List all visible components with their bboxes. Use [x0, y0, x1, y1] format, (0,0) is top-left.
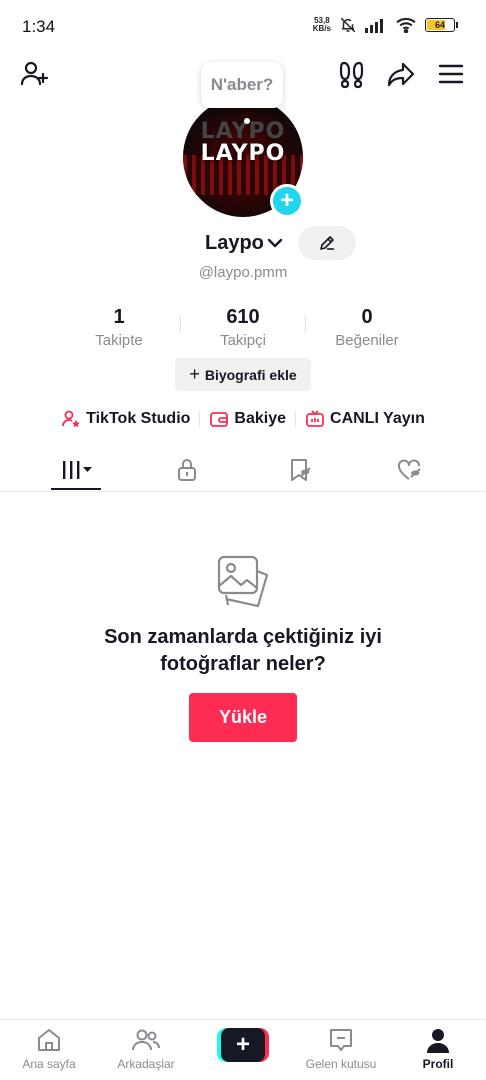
share-arrow-icon	[387, 62, 415, 87]
wallet-icon	[210, 412, 229, 427]
footprints-button[interactable]	[336, 58, 368, 90]
signal-icon	[365, 19, 383, 33]
nav-label: Arkadaşlar	[117, 1057, 175, 1071]
name-row: Laypo	[0, 226, 486, 260]
nav-label: Gelen kutusu	[305, 1057, 377, 1071]
add-bio-label: Biyografi ekle	[204, 366, 297, 383]
empty-state-line-2: fotoğraflar neler?	[160, 653, 326, 675]
nav-inbox[interactable]: Gelen kutusu	[296, 1026, 386, 1071]
stat-label: Beğeniler	[335, 332, 399, 349]
home-icon	[38, 1029, 60, 1051]
content-tabs	[0, 448, 486, 492]
note-bubble[interactable]: N'aber?	[201, 62, 283, 108]
profile-handle: @laypo.pmm	[198, 264, 288, 281]
stat-divider	[180, 316, 181, 332]
network-speed-unit: KB/s	[312, 24, 331, 33]
nav-home[interactable]: Ana sayfa	[4, 1026, 94, 1071]
create-plus-icon: +	[221, 1028, 265, 1062]
stat-divider	[305, 316, 306, 332]
tiktok-studio-link[interactable]: TikTok Studio	[52, 409, 199, 429]
pencil-icon	[320, 236, 334, 250]
tab-saved[interactable]	[239, 448, 360, 492]
stat-value: 1	[113, 306, 125, 328]
nav-label: Profil	[422, 1057, 454, 1071]
wifi-icon	[396, 17, 416, 33]
live-link[interactable]: CANLI Yayın	[296, 409, 434, 429]
create-button[interactable]: +	[217, 1028, 269, 1062]
tab-private[interactable]	[126, 448, 247, 492]
empty-state-line-1: Son zamanlarda çektiğiniz iyi	[104, 626, 382, 648]
plus-icon: +	[189, 364, 200, 384]
nav-label: Ana sayfa	[22, 1057, 76, 1071]
stat-value: 610	[226, 306, 260, 328]
stat-likes[interactable]: 0 Beğeniler	[307, 306, 427, 349]
inbox-icon	[330, 1029, 352, 1051]
bookmark-icon	[290, 459, 311, 481]
empty-state-message: Son zamanlarda çektiğiniz iyi fotoğrafla…	[0, 624, 486, 678]
active-tab-indicator	[51, 488, 101, 490]
menu-button[interactable]	[435, 58, 467, 90]
status-icons: 53,8 KB/s 64	[313, 16, 458, 34]
plus-icon: +	[279, 187, 294, 214]
profile-icon	[427, 1029, 449, 1053]
add-photo-badge[interactable]: +	[270, 184, 304, 218]
studio-person-star-icon	[62, 410, 80, 428]
add-friend-button[interactable]	[18, 58, 50, 90]
bell-muted-icon	[340, 17, 356, 33]
share-profile-button[interactable]	[385, 58, 417, 90]
nav-friends[interactable]: Arkadaşlar	[101, 1026, 191, 1071]
nav-profile[interactable]: Profil	[393, 1026, 483, 1071]
edit-profile-button[interactable]	[298, 226, 356, 260]
stat-label: Takipte	[95, 332, 143, 349]
stat-following[interactable]: 1 Takipte	[59, 306, 179, 349]
profile-name[interactable]: Laypo	[205, 232, 264, 255]
balance-link[interactable]: Bakiye	[200, 409, 295, 429]
liked-heart-icon	[397, 459, 421, 480]
status-bar: 1:34 53,8 KB/s 64	[0, 0, 486, 52]
battery-icon: 64	[425, 18, 455, 32]
tab-liked[interactable]	[349, 448, 470, 492]
hamburger-menu-icon	[438, 64, 464, 84]
tab-videos[interactable]	[16, 448, 137, 492]
battery-tip	[456, 22, 458, 28]
footprints-icon	[339, 61, 364, 89]
stat-label: Takipçi	[220, 332, 266, 349]
note-bubble-tail	[244, 118, 250, 124]
status-time: 1:34	[22, 17, 56, 36]
link-label: Bakiye	[234, 410, 287, 427]
link-label: TikTok Studio	[86, 410, 191, 427]
add-person-icon	[20, 61, 49, 86]
avatar-container[interactable]: LAYPO LAYPO +	[183, 97, 304, 218]
lock-icon	[177, 459, 196, 481]
battery-level: 64	[434, 20, 445, 30]
upload-button[interactable]: Yükle	[189, 693, 297, 742]
avatar-logo: LAYPO	[200, 141, 286, 166]
friends-icon	[132, 1029, 160, 1051]
stat-value: 0	[361, 306, 373, 328]
photos-icon	[217, 555, 269, 608]
bottom-navigation: Ana sayfa Arkadaşlar + Gelen kutusu Prof…	[0, 1019, 486, 1080]
profile-links: TikTok Studio Bakiye CANLI Yayın	[0, 404, 486, 434]
link-label: CANLI Yayın	[330, 410, 425, 427]
add-bio-button[interactable]: + Biyografi ekle	[175, 358, 311, 391]
videos-grid-icon	[62, 461, 92, 479]
chevron-down-icon[interactable]	[266, 234, 284, 252]
stat-followers[interactable]: 610 Takipçi	[183, 306, 303, 349]
live-tv-icon	[306, 410, 324, 427]
network-speed: 53,8 KB/s	[313, 17, 331, 33]
